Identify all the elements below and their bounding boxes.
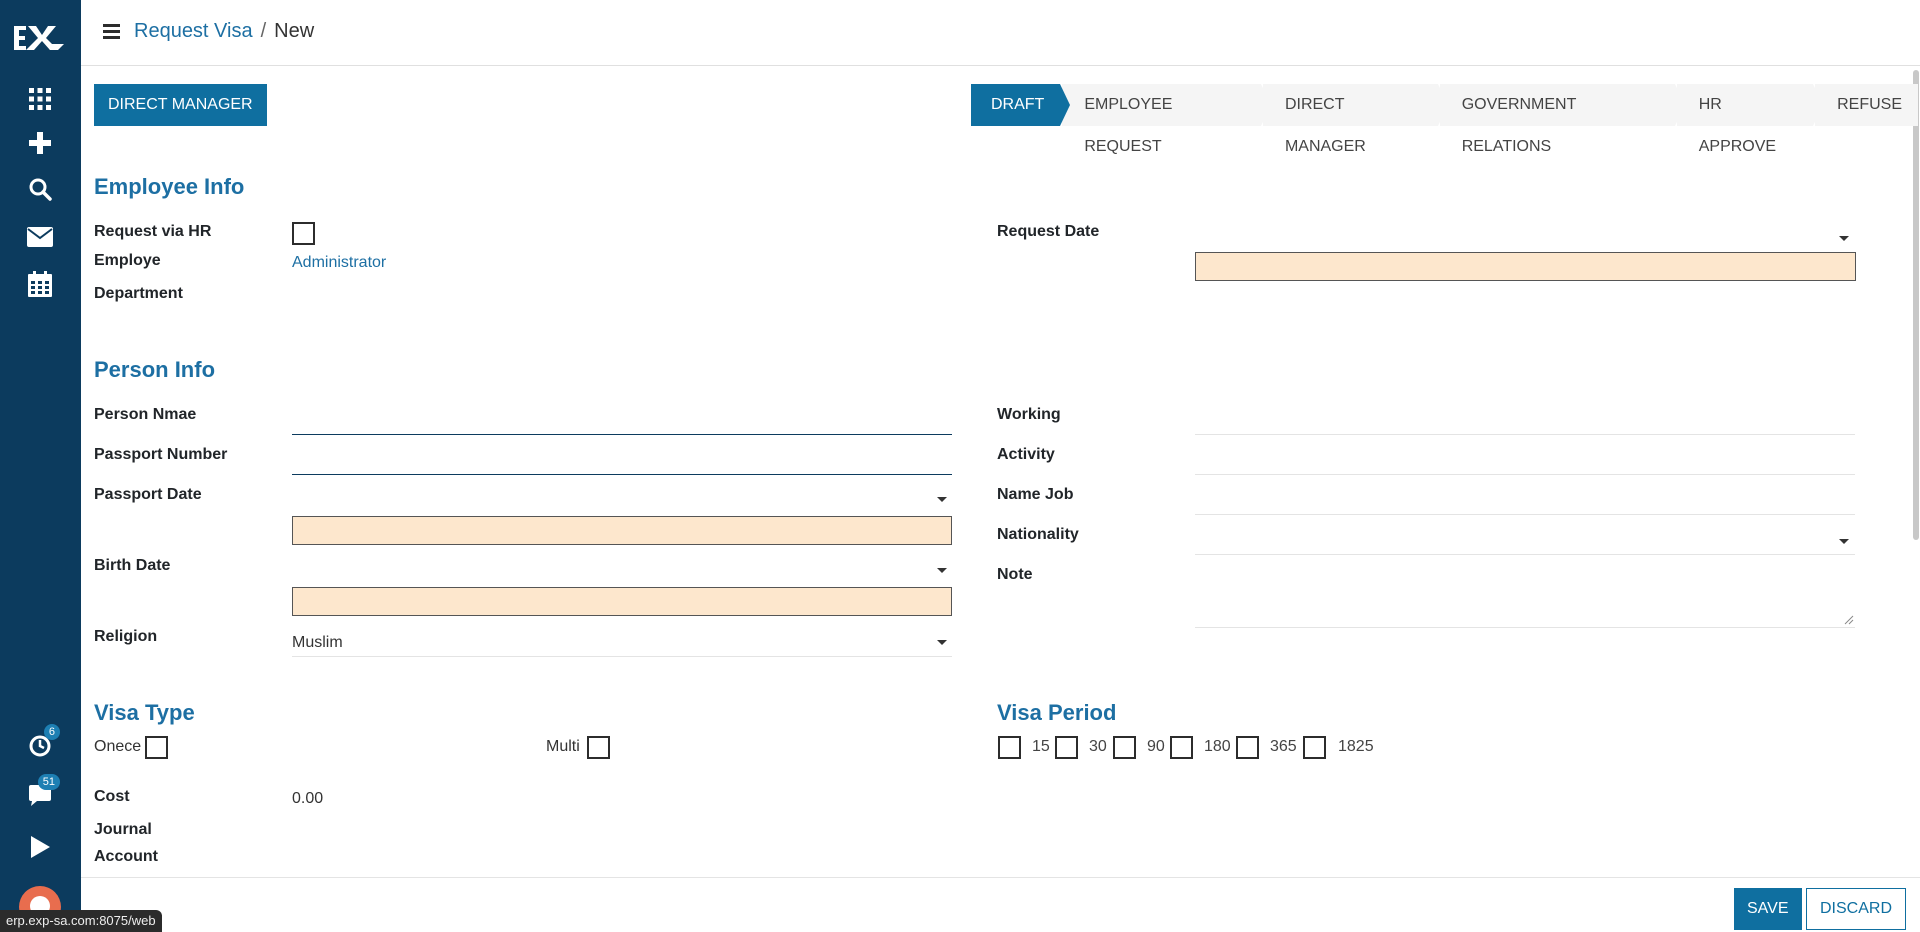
person-name-input[interactable]: [292, 407, 952, 435]
working-label: Working: [997, 406, 1061, 423]
request-date-label: Request Date: [997, 223, 1100, 240]
activity-input[interactable]: [1195, 447, 1855, 475]
account-label: Account: [94, 848, 158, 865]
request-date-dropdown-icon[interactable]: [1839, 236, 1849, 241]
multi-checkbox[interactable]: [587, 736, 610, 759]
note-label: Note: [997, 566, 1033, 583]
messages-badge: 51: [37, 774, 60, 790]
person-info-title: Person Info: [94, 357, 216, 382]
religion-select[interactable]: [292, 629, 952, 657]
breadcrumb: Request Visa / New: [134, 20, 314, 43]
request-via-hr-label: Request via HR: [94, 223, 212, 240]
period-90-label: 90: [1147, 738, 1165, 755]
breadcrumb-current: New: [274, 20, 315, 42]
nationality-select[interactable]: [1195, 527, 1855, 555]
employee-info-title: Employee Info: [94, 174, 245, 199]
once-checkbox[interactable]: [145, 736, 168, 759]
breadcrumb-parent-link[interactable]: Request Visa: [134, 20, 253, 42]
religion-label: Religion: [94, 628, 158, 645]
app-sidebar: 6 51: [0, 0, 81, 932]
person-name-label: Person Nmae: [94, 406, 197, 423]
cost-value: 0.00: [292, 790, 324, 807]
period-1825-checkbox[interactable]: [1303, 736, 1326, 759]
period-180-checkbox[interactable]: [1170, 736, 1193, 759]
period-180-label: 180: [1204, 738, 1231, 755]
status-draft[interactable]: DRAFT: [971, 84, 1071, 126]
department-label: Department: [94, 285, 183, 302]
note-textarea[interactable]: [1195, 558, 1855, 628]
status-hr-approve[interactable]: HR APPROVE: [1676, 84, 1824, 155]
apps-icon[interactable]: [24, 83, 56, 115]
chat-icon[interactable]: 51: [24, 774, 60, 812]
passport-date-label: Passport Date: [94, 486, 202, 503]
passport-number-input[interactable]: [292, 447, 952, 475]
status-employee-request[interactable]: EMPLOYEE REQUEST: [1062, 84, 1271, 155]
passport-number-label: Passport Number: [94, 446, 228, 463]
working-input[interactable]: [1195, 407, 1855, 435]
resize-grip-icon[interactable]: [1844, 615, 1854, 625]
visa-type-title: Visa Type: [94, 700, 195, 725]
birth-date-label: Birth Date: [94, 557, 171, 574]
visa-period-title: Visa Period: [997, 700, 1117, 725]
menu-toggle-icon[interactable]: [103, 24, 120, 39]
exp-logo[interactable]: [12, 18, 68, 58]
status-url-tooltip: erp.exp-sa.com:8075/web: [0, 910, 162, 932]
search-icon[interactable]: [24, 173, 56, 205]
control-panel: Request Visa / New: [81, 0, 1920, 66]
period-30-label: 30: [1089, 738, 1107, 755]
name-job-label: Name Job: [997, 486, 1074, 503]
status-direct-manager[interactable]: DIRECT MANAGER: [1262, 84, 1448, 155]
passport-date-input[interactable]: [292, 516, 952, 545]
cost-label: Cost: [94, 788, 130, 805]
nationality-dropdown-icon[interactable]: [1839, 539, 1849, 544]
plus-icon[interactable]: [24, 127, 56, 159]
status-refuse[interactable]: REFUSE: [1815, 84, 1919, 126]
name-job-input[interactable]: [1195, 487, 1855, 515]
multi-label: Multi: [546, 738, 580, 755]
period-30-checkbox[interactable]: [1055, 736, 1078, 759]
breadcrumb-separator: /: [260, 20, 267, 42]
passport-date-dropdown-icon[interactable]: [937, 497, 947, 502]
activity-label: Activity: [997, 446, 1055, 463]
direct-manager-button[interactable]: DIRECT MANAGER: [94, 84, 267, 126]
period-1825-label: 1825: [1338, 738, 1374, 755]
once-label: Onece: [94, 738, 142, 755]
status-government-relations[interactable]: GOVERNMENT RELATIONS: [1439, 84, 1685, 155]
footer-divider: [81, 877, 1920, 878]
birth-date-input[interactable]: [292, 587, 952, 616]
page-scrollbar[interactable]: [1913, 70, 1919, 540]
play-icon[interactable]: [24, 831, 56, 863]
employee-label: Employe: [94, 252, 161, 269]
period-15-checkbox[interactable]: [998, 736, 1021, 759]
religion-value: Muslim: [292, 634, 343, 651]
period-15-label: 15: [1032, 738, 1050, 755]
save-button[interactable]: SAVE: [1734, 888, 1802, 930]
discard-button[interactable]: DISCARD: [1806, 888, 1907, 930]
status-bar: DRAFT EMPLOYEE REQUEST DIRECT MANAGER GO…: [971, 84, 1920, 155]
employee-link[interactable]: Administrator: [292, 254, 386, 272]
journal-label: Journal: [94, 821, 152, 838]
calendar-icon[interactable]: [24, 268, 56, 300]
nationality-label: Nationality: [997, 526, 1079, 543]
request-date-input[interactable]: [1195, 252, 1856, 281]
clock-icon[interactable]: 6: [24, 724, 60, 762]
activity-badge: 6: [43, 724, 60, 740]
period-90-checkbox[interactable]: [1113, 736, 1136, 759]
period-365-checkbox[interactable]: [1236, 736, 1259, 759]
mail-icon[interactable]: [24, 221, 56, 253]
request-via-hr-checkbox[interactable]: [292, 222, 315, 245]
religion-dropdown-icon[interactable]: [937, 640, 947, 645]
birth-date-dropdown-icon[interactable]: [937, 568, 947, 573]
period-365-label: 365: [1270, 738, 1297, 755]
